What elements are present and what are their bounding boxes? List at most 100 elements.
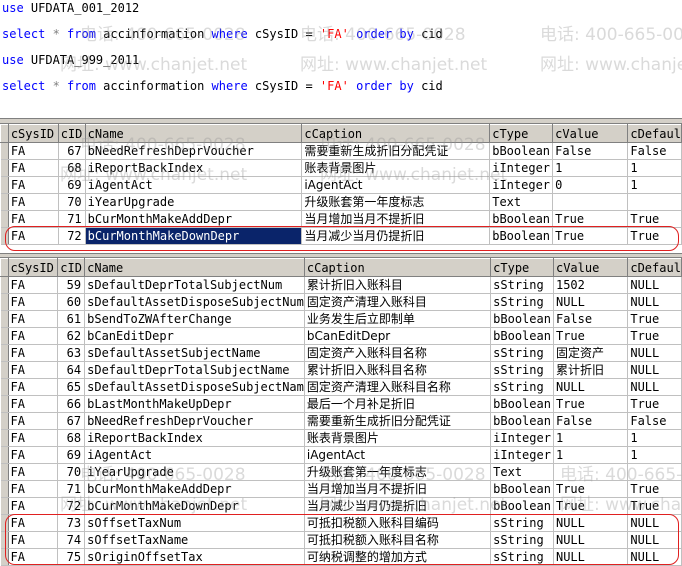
cell-csysid[interactable]: FA <box>8 276 59 294</box>
cell-ccaption[interactable]: 升级账套第一年度标志 <box>301 193 491 211</box>
cell-cname[interactable]: sOffsetTaxNum <box>84 514 305 532</box>
cell-cdefault[interactable]: False <box>627 142 682 160</box>
cell-cname[interactable]: sDefaultDeprTotalSubjectNum <box>84 276 305 294</box>
cell-ctype[interactable]: sString <box>490 548 554 566</box>
cell-cdefault[interactable]: 1 <box>627 429 682 447</box>
cell-csysid[interactable]: FA <box>8 159 59 177</box>
cell-cname[interactable]: bCurMonthMakeDownDepr <box>85 227 303 245</box>
row-selector[interactable] <box>0 293 9 311</box>
row-selector[interactable] <box>0 531 9 549</box>
cell-cdefault[interactable]: NULL <box>627 378 682 396</box>
cell-csysid[interactable]: FA <box>8 446 59 464</box>
cell-cid[interactable]: 74 <box>57 531 86 549</box>
cell-cvalue[interactable]: True <box>553 395 629 413</box>
cell-cname[interactable]: bNeedRefreshDeprVoucher <box>85 142 303 160</box>
cell-cname[interactable]: bCurMonthMakeAddDepr <box>84 480 305 498</box>
cell-cdefault[interactable] <box>627 463 682 481</box>
cell-cname[interactable]: bLastMonthMakeUpDepr <box>84 395 305 413</box>
cell-csysid[interactable]: FA <box>8 293 59 311</box>
cell-ccaption[interactable]: iAgentAct <box>301 176 491 194</box>
cell-csysid[interactable]: FA <box>8 463 59 481</box>
cell-cname[interactable]: iReportBackIndex <box>85 159 303 177</box>
cell-csysid[interactable]: FA <box>8 531 59 549</box>
cell-cdefault[interactable]: True <box>627 210 682 228</box>
table-row[interactable]: FA 59 sDefaultDeprTotalSubjectNum 累计折旧入账科目 s… <box>0 276 682 294</box>
cell-ctype[interactable]: iInteger <box>489 159 554 177</box>
cell-ctype[interactable]: sString <box>490 361 554 379</box>
cell-cid[interactable]: 75 <box>57 548 86 566</box>
cell-cdefault[interactable]: 1 <box>627 446 682 464</box>
cell-cid[interactable]: 72 <box>57 497 86 515</box>
cell-ctype[interactable]: sString <box>490 293 554 311</box>
cell-cname[interactable]: sDefaultAssetDisposeSubjectNum <box>84 293 305 311</box>
cell-cid[interactable]: 69 <box>57 446 86 464</box>
cell-ctype[interactable]: bBoolean <box>489 142 554 160</box>
table-row[interactable]: FA 65 sDefaultAssetDisposeSubjectNam 固定资产清理… <box>0 378 682 396</box>
table-row[interactable]: FA 68 iReportBackIndex 账表背景图片 iInteger 1 1 <box>0 159 682 177</box>
row-selector[interactable] <box>0 176 9 194</box>
cell-cvalue[interactable] <box>552 193 629 211</box>
row-selector[interactable] <box>0 142 9 160</box>
cell-cname[interactable]: bNeedRefreshDeprVoucher <box>84 412 305 430</box>
cell-cid[interactable]: 64 <box>57 361 86 379</box>
cell-ccaption[interactable]: 可抵扣税额入账科目编码 <box>304 514 492 532</box>
cell-csysid[interactable]: FA <box>8 344 59 362</box>
cell-ccaption[interactable]: 固定资产入账科目名称 <box>304 344 492 362</box>
row-selector[interactable] <box>0 327 9 345</box>
cell-cdefault[interactable]: NULL <box>627 293 682 311</box>
cell-csysid[interactable]: FA <box>8 548 59 566</box>
table-row[interactable]: FA 74 sOffsetTaxName 可抵扣税额入账科目名称 sString NULL… <box>0 531 682 549</box>
cell-cvalue[interactable]: 1 <box>552 159 629 177</box>
column-header-ctype[interactable]: cType <box>490 258 554 277</box>
cell-ccaption[interactable]: 当月减少当月仍提折旧 <box>301 227 491 245</box>
row-selector[interactable] <box>0 497 9 515</box>
cell-ccaption[interactable]: iAgentAct <box>304 446 492 464</box>
cell-cid[interactable]: 60 <box>57 293 86 311</box>
column-header-cname[interactable]: cName <box>84 258 305 277</box>
cell-cname[interactable]: bSendToZWAfterChange <box>84 310 305 328</box>
column-header-cvalue[interactable]: cValue <box>552 124 629 143</box>
table-row[interactable]: FA 63 sDefaultAssetSubjectName 固定资产入账科目名称 sS… <box>0 344 682 362</box>
cell-cdefault[interactable]: 1 <box>627 176 682 194</box>
row-selector[interactable] <box>0 463 9 481</box>
grid-corner[interactable] <box>0 124 9 143</box>
table-row[interactable]: FA 64 sDefaultDeprTotalSubjectName 累计折旧入账科目… <box>0 361 682 379</box>
cell-cname[interactable]: bCurMonthMakeAddDepr <box>85 210 303 228</box>
cell-csysid[interactable]: FA <box>8 361 59 379</box>
cell-cvalue[interactable]: NULL <box>553 514 629 532</box>
cell-cdefault[interactable]: True <box>627 227 682 245</box>
cell-cname[interactable]: bCanEditDepr <box>84 327 305 345</box>
cell-cvalue[interactable]: 0 <box>552 176 629 194</box>
cell-cvalue[interactable]: False <box>553 412 629 430</box>
cell-ctype[interactable]: bBoolean <box>489 227 554 245</box>
cell-ctype[interactable]: bBoolean <box>490 395 554 413</box>
table-row[interactable]: FA 75 sOriginOffsetTax 可纳税调整的增加方式 sString NUL… <box>0 548 682 566</box>
results-grid-1[interactable]: cSysID cID cName cCaption cType cValue cDefaul… <box>0 124 682 245</box>
cell-cid[interactable]: 61 <box>57 310 86 328</box>
table-row[interactable]: FA 72 bCurMonthMakeDownDepr 当月减少当月仍提折旧 bBool… <box>0 227 682 245</box>
table-row[interactable]: FA 67 bNeedRefreshDeprVoucher 需要重新生成折旧分配凭证 b… <box>0 412 682 430</box>
cell-csysid[interactable]: FA <box>8 310 59 328</box>
cell-csysid[interactable]: FA <box>8 210 59 228</box>
cell-ccaption[interactable]: 可纳税调整的增加方式 <box>304 548 492 566</box>
cell-ccaption[interactable]: 需要重新生成折旧分配凭证 <box>301 142 491 160</box>
cell-csysid[interactable]: FA <box>8 142 59 160</box>
cell-cvalue[interactable]: 1 <box>553 446 629 464</box>
cell-cvalue[interactable]: True <box>553 327 629 345</box>
column-header-cid[interactable]: cID <box>57 258 86 277</box>
cell-ccaption[interactable]: 累计折旧入账科目 <box>304 276 492 294</box>
cell-ccaption[interactable]: 账表背景图片 <box>304 429 492 447</box>
cell-cdefault[interactable]: True <box>627 310 682 328</box>
cell-cvalue[interactable]: NULL <box>553 531 629 549</box>
cell-ctype[interactable]: bBoolean <box>490 327 554 345</box>
cell-cid[interactable]: 63 <box>57 344 86 362</box>
column-header-cdefaul[interactable]: cDefaul <box>627 258 682 277</box>
row-selector[interactable] <box>0 361 9 379</box>
table-row[interactable]: FA 73 sOffsetTaxNum 可抵扣税额入账科目编码 sString NULL N… <box>0 514 682 532</box>
cell-cvalue[interactable]: NULL <box>553 293 629 311</box>
cell-cid[interactable]: 59 <box>57 276 86 294</box>
sql-line-3[interactable]: use UFDATA_999_2011 <box>2 52 139 68</box>
table-row[interactable]: FA 71 bCurMonthMakeAddDepr 当月增加当月不提折旧 bBoole… <box>0 480 682 498</box>
table-row[interactable]: FA 67 bNeedRefreshDeprVoucher 需要重新生成折旧分配凭证 b… <box>0 142 682 160</box>
column-header-ccaption[interactable]: cCaption <box>303 258 492 277</box>
